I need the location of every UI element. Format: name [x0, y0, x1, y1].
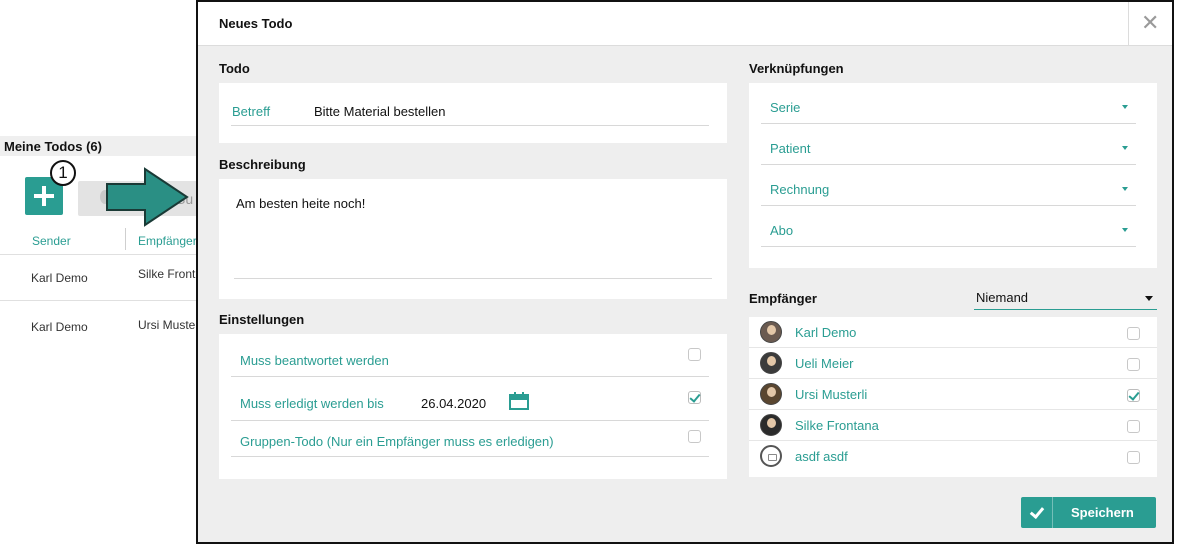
setting-checkbox[interactable] [688, 430, 701, 443]
subject-underline [231, 125, 709, 126]
recipient-item[interactable]: asdf asdf [749, 441, 1157, 472]
setting-label: Muss erledigt werden bis [240, 396, 384, 411]
recipient-checkbox[interactable] [1127, 389, 1140, 402]
tutorial-arrow-icon [106, 167, 189, 227]
recipient-item[interactable]: Ueli Meier [749, 348, 1157, 379]
description-textarea[interactable]: Am besten heite noch! [236, 196, 365, 211]
page-background [0, 332, 200, 544]
todo-panel: Betreff Bitte Material bestellen [219, 83, 727, 143]
step-badge: 1 [50, 160, 76, 186]
description-panel: Am besten heite noch! [219, 179, 727, 299]
avatar [760, 321, 782, 343]
recipient-checkbox[interactable] [1127, 358, 1140, 371]
settings-panel: Muss beantwortet werden Muss erledigt we… [219, 334, 727, 479]
recipient-name: asdf asdf [795, 449, 848, 464]
chevron-down-icon [1122, 105, 1128, 109]
setting-checkbox[interactable] [688, 391, 701, 404]
link-label: Serie [770, 100, 801, 115]
dialog-header: Neues Todo ✕ [198, 2, 1172, 46]
save-button-label: Speichern [1071, 505, 1134, 520]
setting-divider [231, 376, 709, 377]
todo-list-page: Meine Todos (6) Su 1 Sender Empfänger Ka… [0, 0, 200, 544]
chevron-down-icon [1122, 146, 1128, 150]
recipient-checkbox[interactable] [1127, 451, 1140, 464]
recipients-section-label: Empfänger [749, 291, 817, 306]
link-underline [761, 164, 1136, 165]
recipient-item[interactable]: Karl Demo [749, 317, 1157, 348]
row-divider [0, 300, 200, 301]
row-sender: Karl Demo [31, 271, 88, 285]
link-label: Rechnung [770, 182, 830, 197]
recipient-checkbox[interactable] [1127, 327, 1140, 340]
save-button[interactable]: Speichern [1021, 497, 1156, 528]
description-section-label: Beschreibung [219, 157, 306, 172]
column-header-sender[interactable]: Sender [32, 234, 71, 248]
new-todo-dialog: Neues Todo ✕ Todo Betreff Bitte Material… [196, 0, 1174, 544]
setting-divider [231, 456, 709, 457]
subject-label: Betreff [232, 104, 271, 119]
recipient-list: Karl Demo Ueli Meier Ursi Musterli Silke… [749, 317, 1157, 477]
todo-section-label: Todo [219, 61, 250, 76]
avatar [760, 383, 782, 405]
row-recipient: Ursi Muste [138, 318, 196, 332]
recipient-group-value: Niemand [976, 290, 1029, 305]
recipient-checkbox[interactable] [1127, 420, 1140, 433]
chevron-down-icon [1122, 228, 1128, 232]
link-label: Patient [770, 141, 811, 156]
close-button[interactable]: ✕ [1128, 2, 1172, 46]
recipient-name: Karl Demo [795, 325, 857, 340]
row-recipient: Silke Front [138, 267, 196, 281]
link-underline [761, 246, 1136, 247]
links-section-label: Verknüpfungen [749, 61, 844, 76]
link-underline [761, 205, 1136, 206]
chevron-down-icon [1122, 187, 1128, 191]
recipient-name: Ueli Meier [795, 356, 854, 371]
setting-label: Gruppen-Todo (Nur ein Empfänger muss es … [240, 434, 554, 449]
recipient-name: Ursi Musterli [795, 387, 868, 402]
chevron-down-icon [1145, 296, 1153, 301]
calendar-icon[interactable] [509, 392, 529, 410]
dialog-title: Neues Todo [219, 16, 293, 31]
recipient-name: Silke Frontana [795, 418, 879, 433]
close-icon: ✕ [1141, 10, 1160, 35]
column-header-recipient[interactable]: Empfänger [138, 234, 197, 248]
description-underline [234, 278, 712, 279]
recipient-item[interactable]: Ursi Musterli [749, 379, 1157, 410]
link-underline [761, 123, 1136, 124]
setting-checkbox[interactable] [688, 348, 701, 361]
links-panel: Serie Patient Rechnung Abo [749, 83, 1157, 268]
subject-input[interactable]: Bitte Material bestellen [314, 104, 446, 119]
link-label: Abo [770, 223, 794, 238]
check-icon [1021, 497, 1053, 528]
setting-label: Muss beantwortet werden [240, 353, 389, 368]
avatar [760, 414, 782, 436]
recipient-group-select[interactable]: Niemand [974, 290, 1157, 310]
recipient-item[interactable]: Silke Frontana [749, 410, 1157, 441]
header-divider [0, 254, 200, 255]
avatar [760, 352, 782, 374]
avatar-placeholder-icon [760, 445, 782, 467]
todo-list-title: Meine Todos (6) [0, 136, 200, 156]
column-divider [125, 228, 126, 250]
due-date-input[interactable]: 26.04.2020 [421, 396, 486, 411]
setting-divider [231, 420, 709, 421]
settings-section-label: Einstellungen [219, 312, 305, 327]
